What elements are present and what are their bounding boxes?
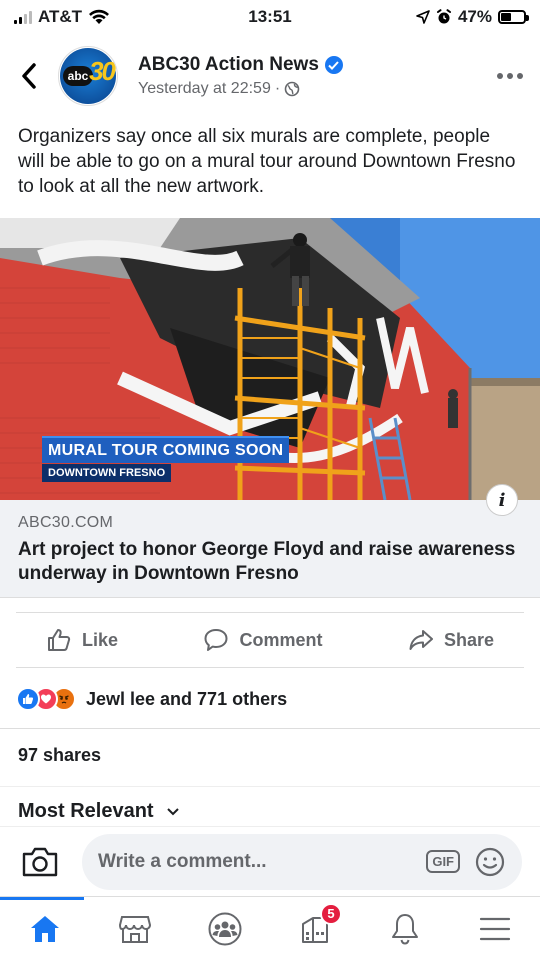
reactions-text: Jewl lee and 771 others [86,688,288,709]
like-button[interactable]: Like [46,627,118,653]
info-icon: i [498,489,506,511]
link-preview-details[interactable]: ABC30.COM Art project to honor George Fl… [0,500,540,598]
comment-sort-dropdown[interactable]: Most Relevant [18,800,180,823]
more-options-button[interactable] [480,73,540,79]
location-arrow-icon [416,10,430,24]
like-reaction-icon [16,687,40,711]
link-domain: ABC30.COM [18,514,114,531]
shares-count[interactable]: 97 shares [18,745,101,766]
share-button[interactable]: Share [408,627,494,653]
info-button[interactable]: i [486,484,518,516]
meta-separator: · [274,80,281,97]
battery-percent: 47% [457,7,492,26]
reactions-summary[interactable]: Jewl lee and 771 others [16,684,524,714]
lower-third-headline: MURAL TOUR COMING SOON [42,436,290,463]
post-text: Organizers say once all six murals are c… [18,126,516,197]
lower-third-subheadline: DOWNTOWN FRESNO [42,464,172,482]
comment-label: Comment [239,629,323,650]
wifi-icon [89,9,110,24]
comment-bubble-icon [204,629,228,651]
post-time[interactable]: Yesterday at 22:59 [138,80,271,98]
nav-menu[interactable] [450,897,540,960]
back-button[interactable] [0,46,58,106]
logo-number-text: 30 [89,56,116,86]
comment-composer: Write a comment... GIF [0,826,540,896]
divider [0,728,540,729]
nav-home[interactable] [0,896,90,960]
gif-button[interactable]: GIF [426,850,460,873]
nav-groups[interactable] [180,897,270,960]
notifications-badge: 5 [320,902,342,925]
chevron-down-icon [166,807,179,815]
emoji-icon[interactable] [474,846,506,878]
page-name-row: ABC30 Action News [138,54,480,76]
page-avatar[interactable]: abc 30 [58,46,118,106]
post-meta: Yesterday at 22:59 · [138,80,480,98]
share-label: Share [443,629,494,650]
bottom-navigation: 5 [0,896,540,960]
more-dot-icon [507,73,513,79]
page-name[interactable]: ABC30 Action News [138,54,319,76]
abc30-logo: abc 30 [60,48,116,104]
more-dot-icon [517,73,523,79]
link-title: Art project to honor George Floyd and ra… [18,539,516,584]
comment-placeholder: Write a comment... [98,850,267,872]
back-chevron-icon [22,63,36,89]
groups-icon [208,912,242,945]
post-actions: Like Comment Share [16,612,524,668]
camera-button[interactable] [18,840,62,884]
globe-icon [284,81,300,97]
marketplace-icon [118,915,152,943]
video-lower-third: MURAL TOUR COMING SOON DOWNTOWN FRESNO [42,436,290,482]
verified-badge-icon [324,56,343,74]
link-preview-image[interactable]: MURAL TOUR COMING SOON DOWNTOWN FRESNO [0,218,540,500]
status-bar: AT&T 13:51 47% [0,0,540,34]
divider [0,786,540,787]
post-header-text: ABC30 Action News Yesterday at 22:59 · [138,54,480,98]
status-left: AT&T [14,7,194,27]
home-icon [31,915,59,942]
nav-notifications[interactable] [360,897,450,960]
thumbs-up-icon [48,629,71,651]
battery-icon [498,10,529,24]
status-right: 47% [346,7,529,27]
bell-icon [392,913,418,945]
alarm-icon [436,9,451,24]
share-arrow-icon [409,630,433,650]
signal-icon [14,10,32,24]
comment-sort-label: Most Relevant [18,800,154,822]
like-label: Like [82,629,119,650]
nav-marketplace[interactable] [90,897,180,960]
comment-input[interactable]: Write a comment... GIF [82,833,522,890]
camera-icon [22,847,58,876]
nav-pages[interactable]: 5 [270,897,360,960]
post-header: abc 30 ABC30 Action News Yesterday at 22… [0,40,540,112]
carrier-label: AT&T [38,7,83,26]
hamburger-menu-icon [479,917,511,940]
status-time: 13:51 [248,7,292,26]
comment-button[interactable]: Comment [203,627,323,653]
more-dot-icon [497,73,503,79]
